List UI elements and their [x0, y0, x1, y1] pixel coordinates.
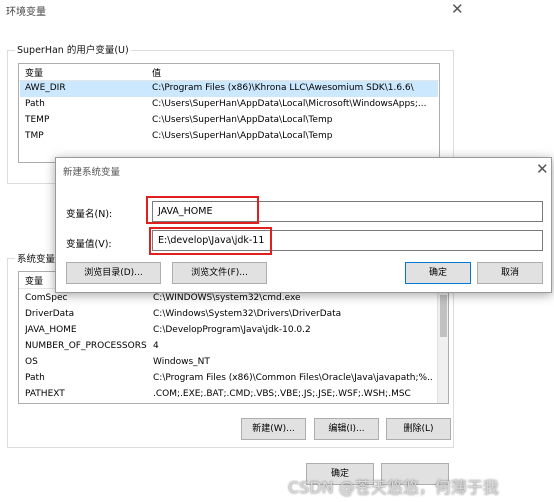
edit-button[interactable]: 编辑(I)...: [314, 418, 379, 440]
table-row[interactable]: DriverData C:\Windows\System32\Drivers\D…: [20, 307, 436, 323]
var-name: PATHEXT: [25, 389, 65, 399]
table-row[interactable]: TMP C:\Users\SuperHan\AppData\Local\Temp: [20, 129, 438, 145]
variable-value-label: 变量值(V):: [66, 239, 112, 250]
list-header: 变量 值: [19, 64, 439, 81]
window-title: 环境变量: [6, 7, 46, 18]
highlight-box-name: [146, 196, 259, 224]
user-vars-list[interactable]: 变量 值 AWE_DIR C:\Program Files (x86)\Khro…: [18, 63, 440, 163]
table-row[interactable]: ComSpec C:\WINDOWS\system32\cmd.exe: [20, 291, 436, 307]
scrollbar[interactable]: [437, 289, 448, 403]
var-name: AWE_DIR: [25, 83, 66, 93]
column-header-var[interactable]: 变量: [25, 274, 43, 287]
var-name: Path: [25, 373, 45, 383]
var-value: C:\Users\SuperHan\AppData\Local\Microsof…: [152, 99, 427, 109]
table-row[interactable]: OS Windows_NT: [20, 355, 436, 371]
variable-name-label: 变量名(N):: [66, 209, 113, 220]
var-value: C:\Program Files (x86)\Khrona LLC\Awesom…: [152, 83, 414, 93]
table-row[interactable]: PATHEXT .COM;.EXE;.BAT;.CMD;.VBS;.VBE;.J…: [20, 387, 436, 403]
delete-button[interactable]: 删除(L): [386, 418, 451, 440]
table-row[interactable]: NUMBER_OF_PROCESSORS 4: [20, 339, 436, 355]
dialog-title: 新建系统变量: [63, 167, 121, 178]
close-icon[interactable]: ✕: [451, 2, 464, 17]
var-name: Path: [25, 99, 45, 109]
var-name: TEMP: [25, 115, 50, 125]
column-header-value[interactable]: 值: [152, 66, 161, 79]
var-value: C:\Users\SuperHan\AppData\Local\Temp: [152, 115, 333, 125]
dialog-ok-button[interactable]: 确定: [405, 262, 471, 284]
var-name: OS: [25, 357, 38, 367]
watermark: CSDN @苍天悠悠，何薄于我: [288, 478, 499, 497]
close-icon[interactable]: ✕: [536, 162, 549, 177]
column-header-var[interactable]: 变量: [25, 66, 43, 79]
var-name: DriverData: [25, 309, 75, 319]
var-value: 4: [153, 341, 159, 351]
var-name: JAVA_HOME: [25, 325, 77, 335]
dialog-cancel-button[interactable]: 取消: [477, 262, 543, 284]
var-name: TMP: [25, 131, 44, 141]
scrollbar-thumb[interactable]: [440, 295, 447, 337]
var-name: NUMBER_OF_PROCESSORS: [25, 341, 147, 351]
var-value: .COM;.EXE;.BAT;.CMD;.VBS;.VBE;.JS;.JSE;.…: [153, 389, 411, 399]
table-row[interactable]: JAVA_HOME C:\DevelopProgram\Java\jdk-10.…: [20, 323, 436, 339]
var-value: C:\DevelopProgram\Java\jdk-10.0.2: [153, 325, 311, 335]
system-vars-label: 系统变量(: [15, 251, 61, 265]
table-row[interactable]: Path C:\Users\SuperHan\AppData\Local\Mic…: [20, 97, 438, 113]
var-value: C:\WINDOWS\system32\cmd.exe: [153, 293, 301, 303]
new-button[interactable]: 新建(W)...: [241, 418, 306, 440]
browse-directory-button[interactable]: 浏览目录(D)...: [66, 262, 161, 284]
var-value: C:\Windows\System32\Drivers\DriverData: [153, 309, 342, 319]
highlight-box-value: [149, 227, 272, 255]
new-system-variable-dialog: 新建系统变量 ✕ 变量名(N): JAVA_HOME 变量值(V): E:\de…: [55, 157, 552, 293]
var-value: C:\Program Files (x86)\Common Files\Orac…: [153, 373, 433, 383]
table-row[interactable]: Path C:\Program Files (x86)\Common Files…: [20, 371, 436, 387]
user-vars-label: SuperHan 的用户变量(U): [15, 42, 131, 56]
var-value: Windows_NT: [153, 357, 210, 367]
table-row[interactable]: AWE_DIR C:\Program Files (x86)\Khrona LL…: [20, 81, 438, 97]
table-row[interactable]: TEMP C:\Users\SuperHan\AppData\Local\Tem…: [20, 113, 438, 129]
var-value: C:\Users\SuperHan\AppData\Local\Temp: [152, 131, 333, 141]
var-name: ComSpec: [25, 293, 68, 303]
browse-file-button[interactable]: 浏览文件(F)...: [172, 262, 267, 284]
